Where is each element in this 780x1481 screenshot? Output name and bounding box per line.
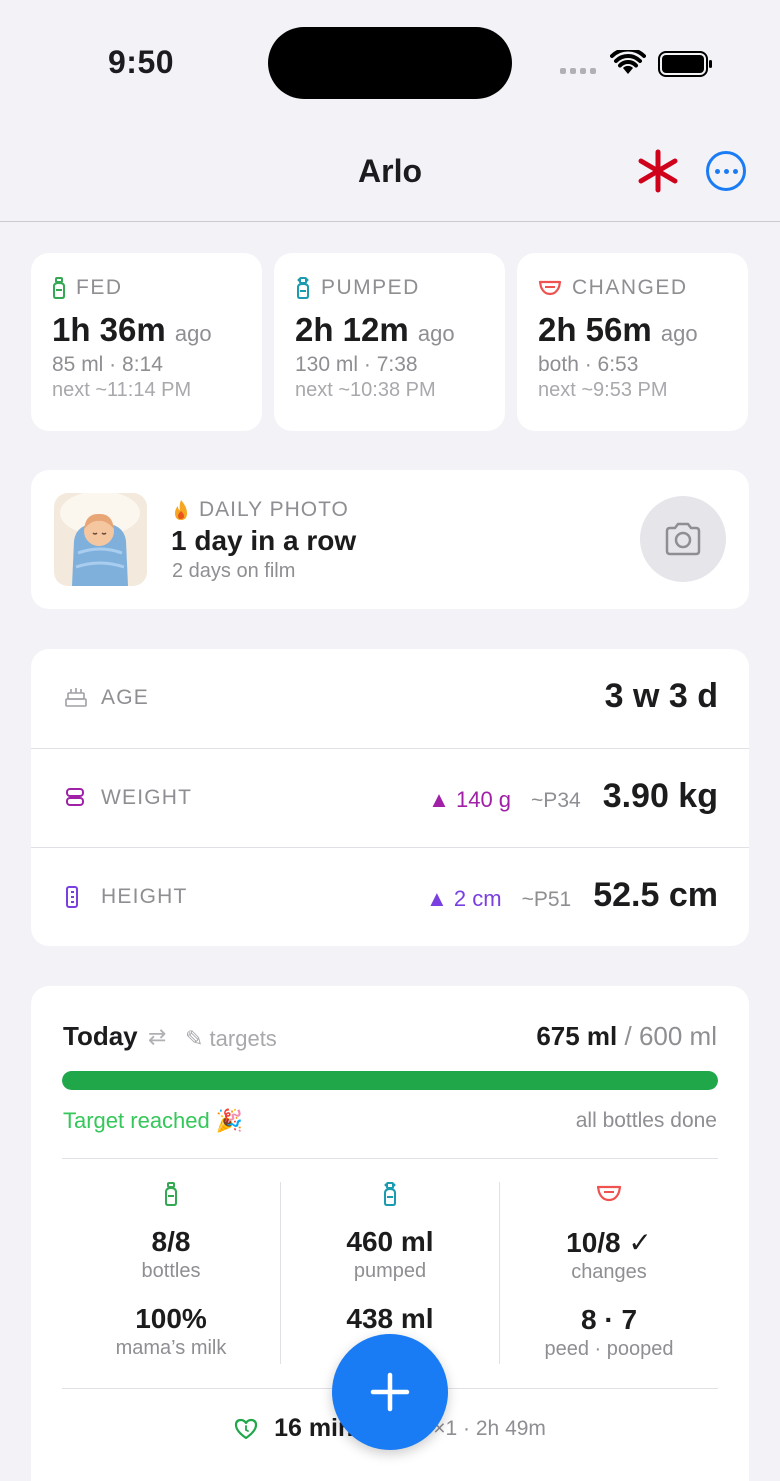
pumped-total-label: pumped (353, 1260, 427, 1282)
status-bar: 9:50 (0, 0, 780, 120)
height-percentile: ~P51 (521, 888, 572, 911)
camera-icon (665, 522, 701, 556)
pumped-card[interactable]: PUMPED 2h 12m ago 130 ml · 7:38 next ~10… (274, 253, 505, 431)
baby-photo-thumbnail[interactable] (54, 493, 147, 586)
fed-label: FED (76, 276, 123, 299)
ruler-icon (66, 886, 78, 908)
height-label: HEIGHT (101, 885, 188, 908)
changed-ago: ago (660, 321, 698, 346)
today-progress-fill (62, 1071, 718, 1090)
today-total-value: 675 ml (536, 1021, 618, 1051)
photo-streak: 1 day in a row (171, 525, 357, 556)
camera-button[interactable] (640, 496, 726, 582)
age-row[interactable]: AGE 3 w 3 d (31, 649, 749, 748)
height-delta: ▲ 2 cm (426, 886, 502, 911)
age-label: AGE (101, 686, 149, 709)
fed-card[interactable]: FED 1h 36m ago 85 ml · 8:14 next ~11:14 … (31, 253, 262, 431)
bottles-value: 8/8 (151, 1226, 191, 1257)
peed-pooped-value: 8 · 7 (580, 1304, 638, 1335)
add-entry-button[interactable] (332, 1334, 448, 1450)
scale-icon (66, 788, 84, 806)
changed-next: next ~9:53 PM (538, 379, 668, 401)
changes-label: changes (571, 1261, 647, 1283)
height-value: 52.5 cm (593, 876, 718, 914)
plus-icon (370, 1372, 410, 1412)
bottles-label: bottles (141, 1260, 201, 1282)
today-progress-bar (62, 1071, 718, 1090)
height-row[interactable]: HEIGHT ▲ 2 cm ~P51 52.5 cm (31, 847, 749, 946)
pumped-next: next ~10:38 PM (295, 379, 436, 401)
weight-percentile: ~P34 (531, 789, 581, 812)
fed-detail: 85 ml · 8:14 (52, 353, 163, 376)
photo-count: 2 days on film (172, 560, 296, 582)
pump-icon (297, 277, 309, 299)
mamas-milk-value: 100% (135, 1303, 207, 1334)
changed-card[interactable]: CHANGED 2h 56m ago both · 6:53 next ~9:5… (517, 253, 748, 431)
fed-ago: ago (174, 321, 212, 346)
changed-value: 2h 56m (538, 311, 652, 348)
growth-metrics-card: AGE 3 w 3 d WEIGHT ▲ 140 g ~P34 3.90 kg … (31, 649, 749, 946)
pumped-detail: 130 ml · 7:38 (295, 353, 418, 376)
changed-label: CHANGED (572, 276, 688, 299)
divider (62, 1158, 718, 1159)
diaper-icon (596, 1185, 622, 1202)
today-goal: / 600 ml (624, 1021, 718, 1051)
pumped-label: PUMPED (321, 276, 420, 299)
pumped-secondary-value: 438 ml (346, 1303, 434, 1334)
age-value: 3 w 3 d (604, 677, 718, 715)
fed-value: 1h 36m (52, 311, 166, 348)
status-time: 9:50 (108, 44, 175, 80)
weight-value: 3.90 kg (602, 777, 718, 815)
mamas-milk-label: mama’s milk (115, 1337, 227, 1359)
changed-detail: both · 6:53 (538, 353, 639, 376)
today-total: 675 ml / 600 ml (536, 1021, 717, 1052)
asterisk-icon[interactable] (636, 148, 680, 194)
fed-next: next ~11:14 PM (52, 379, 192, 401)
bottle-icon (165, 1182, 177, 1206)
bottles-status: all bottles done (575, 1109, 717, 1132)
flame-icon (175, 500, 187, 520)
more-options-button[interactable] (706, 151, 746, 191)
daily-photo-label: DAILY PHOTO (199, 498, 349, 521)
cake-icon (65, 688, 87, 707)
dynamic-island (268, 27, 512, 99)
pumped-ago: ago (417, 321, 455, 346)
weight-label: WEIGHT (101, 786, 193, 809)
edit-targets-button[interactable]: ✎ targets (185, 1026, 277, 1052)
pump-icon (384, 1182, 396, 1206)
heart-icon (234, 1418, 258, 1439)
diaper-icon (538, 280, 562, 296)
bottle-icon (53, 277, 65, 299)
pumped-total-value: 460 ml (346, 1226, 434, 1257)
navigation-bar: Arlo (0, 120, 780, 222)
changes-value: 10/8 ✓ (566, 1227, 652, 1258)
cellular-signal-icon (560, 68, 596, 74)
target-reached-text: Target reached 🎉 (63, 1108, 244, 1133)
pumped-value: 2h 12m (295, 311, 409, 348)
weight-delta: ▲ 140 g (428, 787, 512, 812)
peed-pooped-label: peed · pooped (544, 1338, 674, 1360)
bottles-column[interactable]: 8/8 bottles 100% mama’s milk (62, 1182, 280, 1364)
wifi-icon (610, 50, 646, 74)
changes-column[interactable]: 10/8 ✓ changes 8 · 7 peed · pooped (500, 1182, 718, 1364)
weight-row[interactable]: WEIGHT ▲ 140 g ~P34 3.90 kg (31, 748, 749, 847)
skin-to-skin-details: ×1 · 2h 49m (433, 1416, 546, 1440)
today-title: Today (63, 1021, 138, 1051)
battery-icon (658, 51, 712, 77)
swap-icon[interactable]: ⇄ (148, 1024, 166, 1050)
daily-photo-card[interactable]: DAILY PHOTO 1 day in a row 2 days on fil… (31, 470, 749, 609)
